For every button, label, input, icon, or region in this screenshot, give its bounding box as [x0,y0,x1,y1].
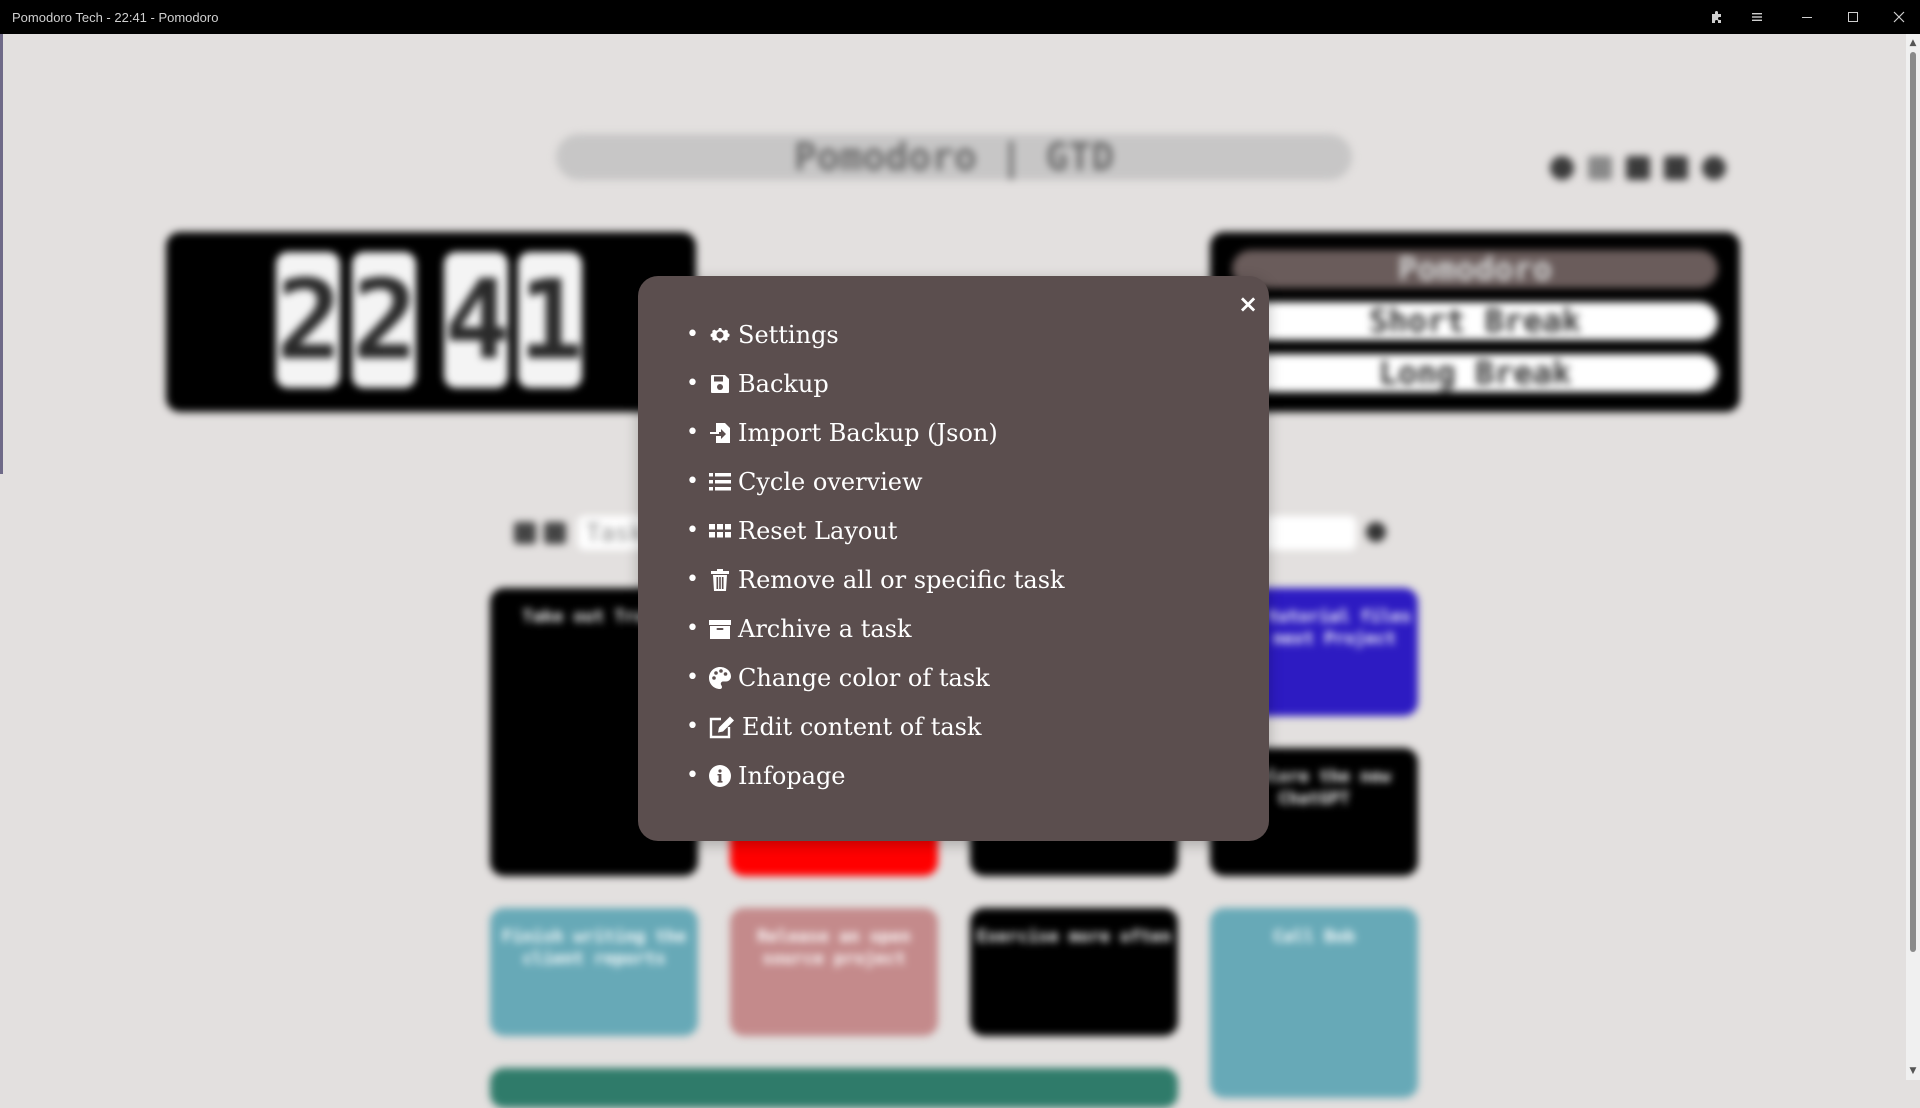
task-card[interactable]: Finish writing the client reports [490,908,698,1036]
header-file-icon[interactable] [1626,156,1650,180]
scroll-up-icon[interactable]: ▲ [1908,38,1918,48]
task-card[interactable] [490,1068,1178,1108]
header-settings-icon[interactable] [1702,156,1726,180]
grid-icon [706,518,734,544]
archive-icon [706,616,734,642]
task-card[interactable]: Exercise more often [970,908,1178,1036]
bullet-icon: • [686,665,699,690]
mode-selector: Pomodoro Short Break Long Break [1210,232,1740,412]
menu-item-label: Reset Layout [738,516,898,545]
header-circle-icon[interactable] [1550,156,1574,180]
menu-item-label: Cycle overview [738,467,923,496]
file-import-icon [706,420,734,446]
menu-item-change-color[interactable]: • Change color of task [686,653,1065,702]
menu-item-backup[interactable]: • Backup [686,359,1065,408]
menu-item-label: Archive a task [738,614,912,643]
menu-item-archive-task[interactable]: • Archive a task [686,604,1065,653]
clock-digit: 2 [276,252,342,388]
bullet-icon: • [686,518,699,543]
menu-item-cycle-overview[interactable]: • Cycle overview [686,457,1065,506]
bullet-icon: • [686,420,699,445]
menu-item-label: Remove all or specific task [738,565,1065,594]
archive-icon[interactable] [514,522,536,544]
header-save-icon[interactable] [1664,156,1688,180]
window-titlebar: Pomodoro Tech - 22:41 - Pomodoro [0,0,1920,34]
clock-digit: 2 [352,252,418,388]
palette-icon [706,665,734,691]
trash-icon [706,567,734,593]
app-header-title: Pomodoro | GTD [556,134,1352,180]
trash-icon[interactable] [544,522,566,544]
menu-item-label: Backup [738,369,829,398]
bullet-icon: • [686,322,699,347]
close-window-button[interactable] [1888,6,1910,28]
menu-item-label: Change color of task [738,663,990,692]
gear-icon [706,322,734,348]
task-card-text: Finish writing the client reports [501,927,687,969]
task-card[interactable]: Call Bob [1210,908,1418,1098]
bullet-icon: • [686,763,699,788]
main-menu-modal: × • Settings • Backup • Import Backup (J… [638,276,1269,841]
menu-item-label: Infopage [738,761,846,790]
edit-icon [706,714,738,740]
close-modal-button[interactable]: × [1236,290,1260,318]
menu-icon[interactable] [1746,6,1768,28]
mode-short-break-button[interactable]: Short Break [1232,302,1718,340]
menu-item-settings[interactable]: • Settings [686,310,1065,359]
task-card-text: Exercise more often [976,927,1172,947]
task-card-text: Release an open source project [757,927,911,969]
minimize-button[interactable] [1796,6,1818,28]
page-scrollbar[interactable]: ▲ ▼ [1906,34,1920,1080]
scroll-down-icon[interactable]: ▼ [1908,1066,1918,1076]
menu-item-label: Import Backup (Json) [738,418,998,447]
clock-display: 2 2 : 4 1 [166,232,696,412]
menu-item-reset-layout[interactable]: • Reset Layout [686,506,1065,555]
mode-pomodoro-button[interactable]: Pomodoro [1232,250,1718,288]
bullet-icon: • [686,469,699,494]
info-icon [706,763,734,789]
bullet-icon: • [686,567,699,592]
task-card-text: Call Bob [1273,927,1355,947]
bullet-icon: • [686,616,699,641]
header-list-icon[interactable] [1588,156,1612,180]
maximize-button[interactable] [1842,6,1864,28]
menu-item-label: Settings [738,320,839,349]
task-card[interactable]: Release an open source project [730,908,938,1036]
bullet-icon: • [686,714,699,739]
mode-long-break-button[interactable]: Long Break [1232,354,1718,392]
extensions-icon[interactable] [1706,6,1728,28]
scrollbar-thumb[interactable] [1910,52,1916,952]
bullet-icon: • [686,371,699,396]
menu-list: • Settings • Backup • Import Backup (Jso… [686,310,1065,800]
header-icon-row [1550,156,1726,180]
window-title: Pomodoro Tech - 22:41 - Pomodoro [12,10,219,25]
menu-item-remove-task[interactable]: • Remove all or specific task [686,555,1065,604]
list-icon [706,469,734,495]
menu-item-infopage[interactable]: • Infopage [686,751,1065,800]
clock-digit: 4 [444,252,510,388]
menu-item-label: Edit content of task [742,712,982,741]
add-task-icon[interactable] [1366,522,1386,542]
menu-item-import-backup[interactable]: • Import Backup (Json) [686,408,1065,457]
save-icon [706,371,734,397]
menu-item-edit-task[interactable]: • Edit content of task [686,702,1065,751]
clock-digit: 1 [518,252,584,388]
